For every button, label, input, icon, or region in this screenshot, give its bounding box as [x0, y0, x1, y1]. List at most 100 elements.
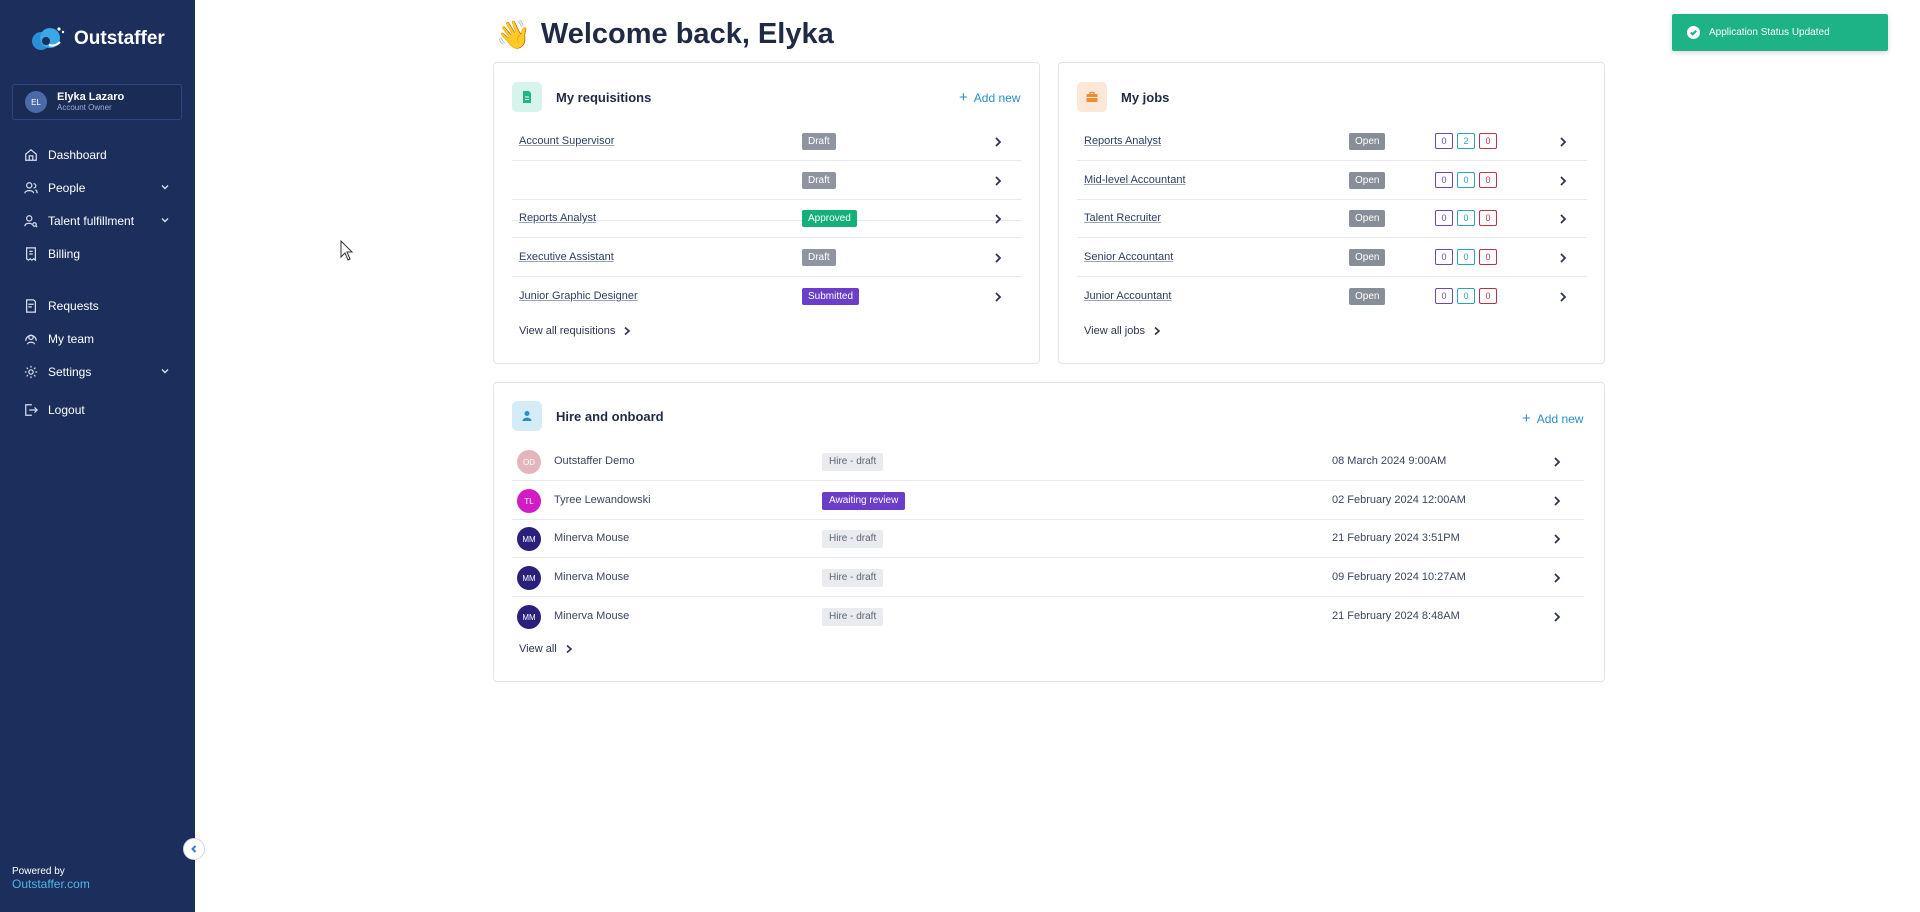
chevron-right-icon[interactable]	[1558, 213, 1568, 225]
powered-by-link[interactable]: Outstaffer.com	[12, 878, 90, 891]
requisition-name[interactable]: Junior Graphic Designer	[519, 290, 638, 302]
chevron-right-icon[interactable]	[1558, 136, 1568, 148]
job-name[interactable]: Mid-level Accountant	[1084, 174, 1186, 186]
sidebar-item-requests[interactable]: Requests	[0, 289, 195, 322]
status-badge: Approved	[802, 210, 857, 227]
status-badge: Open	[1349, 210, 1386, 227]
table-row[interactable]: MM Minerva Mouse Hire - draft 21 Februar…	[512, 520, 1584, 558]
sidebar-item-logout[interactable]: Logout	[0, 393, 195, 426]
card-title: Hire and onboard	[556, 408, 664, 424]
table-row[interactable]: Junior Graphic Designer Submitted	[512, 278, 1022, 316]
sidebar-item-label: Dashboard	[48, 147, 107, 162]
add-requisition-button[interactable]: + Add new	[959, 90, 1020, 105]
table-row[interactable]: MM Minerva Mouse Hire - draft 21 Februar…	[512, 598, 1584, 636]
chevron-right-icon[interactable]	[993, 175, 1003, 187]
user-role: Account Owner	[57, 103, 112, 112]
sidebar-item-people[interactable]: People	[0, 171, 195, 204]
view-all-requisitions-link[interactable]: View all requisitions	[519, 325, 631, 337]
count-badge[interactable]: 0	[1479, 133, 1497, 149]
table-row[interactable]: Account Supervisor Draft	[512, 123, 1022, 161]
count-badge[interactable]: 0	[1479, 249, 1497, 265]
count-badge[interactable]: 2	[1457, 133, 1475, 149]
table-row[interactable]: MM Minerva Mouse Hire - draft 09 Februar…	[512, 559, 1584, 597]
table-row[interactable]: Reports Analyst Approved	[512, 200, 1022, 238]
hire-name: Minerva Mouse	[554, 571, 630, 583]
chevron-right-icon[interactable]	[1552, 533, 1562, 545]
chevron-right-icon[interactable]	[993, 213, 1003, 225]
chevron-right-icon[interactable]	[1552, 611, 1562, 623]
candidate-counts: 0 0 0	[1435, 172, 1497, 188]
count-badge[interactable]: 0	[1479, 288, 1497, 304]
view-all-jobs-link[interactable]: View all jobs	[1084, 325, 1161, 337]
outstaffer-logo-icon	[30, 24, 70, 54]
sidebar-item-settings[interactable]: Settings	[0, 355, 195, 388]
collapse-sidebar-button[interactable]	[183, 838, 205, 860]
sidebar-item-label: People	[48, 180, 86, 195]
sidebar-item-my-team[interactable]: My team	[0, 322, 195, 355]
count-badge[interactable]: 0	[1435, 210, 1453, 226]
count-badge[interactable]: 0	[1479, 210, 1497, 226]
count-badge[interactable]: 0	[1435, 133, 1453, 149]
hire-name: Tyree Lewandowski	[554, 494, 651, 506]
requisitions-card: My requisitions + Add new Account Superv…	[493, 62, 1040, 364]
receipt-icon	[26, 246, 36, 261]
person-icon	[512, 401, 542, 431]
chevron-left-icon	[191, 845, 197, 853]
job-name[interactable]: Reports Analyst	[1084, 135, 1161, 147]
sidebar-item-talent-fulfillment[interactable]: Talent fulfillment	[0, 204, 195, 237]
table-row[interactable]: OD Outstaffer Demo Hire - draft 08 March…	[512, 443, 1584, 481]
brand-logo[interactable]: Outstaffer	[30, 24, 165, 54]
table-row[interactable]: Mid-level Accountant Open 0 0 0	[1077, 162, 1587, 200]
count-badge[interactable]: 0	[1479, 172, 1497, 188]
count-badge[interactable]: 0	[1457, 288, 1475, 304]
job-name[interactable]: Junior Accountant	[1084, 290, 1171, 302]
count-badge[interactable]: 0	[1435, 249, 1453, 265]
chevron-right-icon	[624, 326, 631, 336]
requisition-name[interactable]: Reports Analyst	[519, 212, 596, 224]
avatar: EL	[25, 91, 47, 113]
chevron-right-icon[interactable]	[1558, 175, 1568, 187]
chevron-right-icon[interactable]	[1558, 291, 1568, 303]
avatar: MM	[517, 566, 541, 590]
view-all-hires-link[interactable]: View all	[519, 643, 573, 655]
status-badge: Hire - draft	[822, 530, 884, 548]
user-menu[interactable]: EL Elyka Lazaro Account Owner	[12, 84, 182, 120]
table-row[interactable]: TL Tyree Lewandowski Awaiting review 02 …	[512, 482, 1584, 520]
hire-date: 21 February 2024 8:48AM	[1332, 610, 1460, 622]
table-row[interactable]: Draft	[512, 162, 1022, 200]
chevron-right-icon[interactable]	[1552, 572, 1562, 584]
add-hire-button[interactable]: + Add new	[1522, 411, 1583, 426]
table-row[interactable]: Executive Assistant Draft	[512, 239, 1022, 277]
team-icon	[25, 333, 37, 344]
chevron-right-icon[interactable]	[1558, 252, 1568, 264]
sidebar-item-dashboard[interactable]: Dashboard	[0, 138, 195, 171]
hire-name: Outstaffer Demo	[554, 455, 635, 467]
chevron-right-icon[interactable]	[993, 252, 1003, 264]
hire-date: 09 February 2024 10:27AM	[1332, 571, 1466, 583]
count-badge[interactable]: 0	[1457, 249, 1475, 265]
card-title: My jobs	[1121, 89, 1170, 105]
count-badge[interactable]: 0	[1457, 210, 1475, 226]
requisition-name[interactable]: Account Supervisor	[519, 135, 614, 147]
job-name[interactable]: Talent Recruiter	[1084, 212, 1161, 224]
chevron-right-icon[interactable]	[993, 136, 1003, 148]
table-row[interactable]: Talent Recruiter Open 0 0 0	[1077, 200, 1587, 238]
requisition-name[interactable]: Executive Assistant	[519, 251, 614, 263]
table-row[interactable]: Reports Analyst Open 0 2 0	[1077, 123, 1587, 161]
home-icon	[25, 148, 37, 161]
job-name[interactable]: Senior Accountant	[1084, 251, 1173, 263]
table-row[interactable]: Junior Accountant Open 0 0 0	[1077, 278, 1587, 316]
count-badge[interactable]: 0	[1435, 288, 1453, 304]
sidebar-item-billing[interactable]: Billing	[0, 237, 195, 270]
chevron-right-icon[interactable]	[993, 291, 1003, 303]
table-row[interactable]: Senior Accountant Open 0 0 0	[1077, 239, 1587, 277]
status-badge: Draft	[802, 133, 836, 150]
avatar: TL	[517, 489, 541, 513]
chevron-right-icon[interactable]	[1552, 456, 1562, 468]
count-badge[interactable]: 0	[1435, 172, 1453, 188]
nav-divider	[0, 270, 195, 289]
sidebar-nav: Dashboard People Talent fulfillment Bill…	[0, 138, 195, 426]
count-badge[interactable]: 0	[1457, 172, 1475, 188]
hire-date: 21 February 2024 3:51PM	[1332, 532, 1460, 544]
chevron-right-icon[interactable]	[1552, 495, 1562, 507]
